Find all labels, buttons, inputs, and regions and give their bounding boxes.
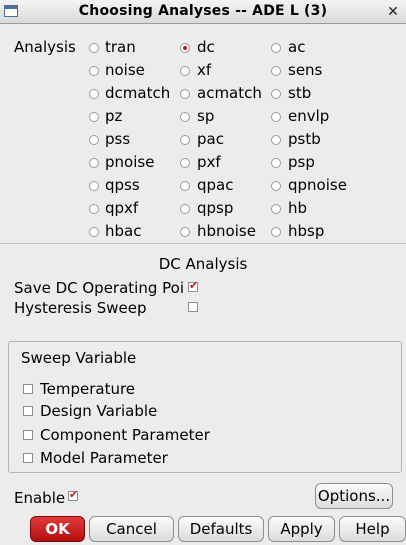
radio-label-sp[interactable]: sp: [197, 107, 214, 125]
options-button[interactable]: Options...: [315, 483, 393, 509]
sweep-component-parameter-label: Component Parameter: [40, 426, 210, 444]
radio-label-psp[interactable]: psp: [288, 153, 315, 171]
radio-psp[interactable]: [271, 158, 281, 168]
radio-qpxf[interactable]: [89, 204, 99, 214]
sweep-component-parameter-checkbox[interactable]: [23, 430, 33, 440]
radio-pxf[interactable]: [180, 158, 190, 168]
radio-label-pac[interactable]: pac: [197, 130, 224, 148]
radio-label-noise[interactable]: noise: [105, 61, 145, 79]
radio-label-qpxf[interactable]: qpxf: [105, 199, 138, 217]
title-bar: Choosing Analyses -- ADE L (3) ✕: [0, 0, 406, 24]
radio-dcmatch[interactable]: [89, 89, 99, 99]
radio-stb[interactable]: [271, 89, 281, 99]
ok-button[interactable]: OK: [30, 516, 85, 542]
radio-xf[interactable]: [180, 66, 190, 76]
radio-envlp[interactable]: [271, 112, 281, 122]
close-icon[interactable]: ✕: [385, 4, 401, 20]
radio-qpac[interactable]: [180, 181, 190, 191]
sweep-temperature-checkbox[interactable]: [23, 384, 33, 394]
radio-pnoise[interactable]: [89, 158, 99, 168]
radio-hbnoise[interactable]: [180, 227, 190, 237]
radio-sp[interactable]: [180, 112, 190, 122]
radio-noise[interactable]: [89, 66, 99, 76]
radio-label-dc[interactable]: dc: [197, 38, 215, 56]
radio-label-pz[interactable]: pz: [105, 107, 122, 125]
save-dc-op-label: Save DC Operating Poi: [14, 279, 184, 297]
radio-hb[interactable]: [271, 204, 281, 214]
radio-dc[interactable]: [180, 43, 190, 53]
radio-hbac[interactable]: [89, 227, 99, 237]
hysteresis-checkbox[interactable]: [188, 302, 198, 312]
sweep-model-parameter-label: Model Parameter: [40, 449, 168, 467]
radio-label-xf[interactable]: xf: [197, 61, 211, 79]
radio-label-pstb[interactable]: pstb: [288, 130, 321, 148]
radio-sens[interactable]: [271, 66, 281, 76]
defaults-button[interactable]: Defaults: [178, 516, 264, 542]
radio-label-sens[interactable]: sens: [288, 61, 322, 79]
sweep-temperature-label: Temperature: [40, 380, 136, 398]
radio-pac[interactable]: [180, 135, 190, 145]
radio-label-stb[interactable]: stb: [288, 84, 311, 102]
radio-label-hbsp[interactable]: hbsp: [288, 222, 324, 240]
radio-label-acmatch[interactable]: acmatch: [197, 84, 262, 102]
radio-qpsp[interactable]: [180, 204, 190, 214]
radio-pz[interactable]: [89, 112, 99, 122]
radio-qpss[interactable]: [89, 181, 99, 191]
radio-label-dcmatch[interactable]: dcmatch: [105, 84, 170, 102]
enable-label: Enable: [14, 489, 66, 507]
save-dc-op-checkbox[interactable]: [188, 279, 198, 292]
radio-hbsp[interactable]: [271, 227, 281, 237]
sweep-variable-title: Sweep Variable: [21, 349, 137, 367]
radio-label-pnoise[interactable]: pnoise: [105, 153, 154, 171]
radio-label-qpnoise[interactable]: qpnoise: [288, 176, 347, 194]
radio-label-envlp[interactable]: envlp: [288, 107, 329, 125]
radio-pss[interactable]: [89, 135, 99, 145]
apply-button[interactable]: Apply: [268, 516, 335, 542]
analysis-label: Analysis: [14, 38, 76, 56]
radio-tran[interactable]: [89, 43, 99, 53]
enable-checkbox[interactable]: [68, 488, 78, 501]
radio-label-ac[interactable]: ac: [288, 38, 305, 56]
radio-label-hb[interactable]: hb: [288, 199, 307, 217]
window-title: Choosing Analyses -- ADE L (3): [78, 3, 328, 19]
sweep-design-variable-checkbox[interactable]: [23, 406, 33, 416]
radio-label-pss[interactable]: pss: [105, 130, 130, 148]
radio-acmatch[interactable]: [180, 89, 190, 99]
cancel-button[interactable]: Cancel: [89, 516, 174, 542]
radio-label-qpac[interactable]: qpac: [197, 176, 233, 194]
radio-label-qpss[interactable]: qpss: [105, 176, 140, 194]
radio-label-tran[interactable]: tran: [105, 38, 136, 56]
radio-ac[interactable]: [271, 43, 281, 53]
divider: [0, 243, 406, 244]
radio-label-pxf[interactable]: pxf: [197, 153, 221, 171]
hysteresis-label: Hysteresis Sweep: [14, 299, 147, 317]
radio-pstb[interactable]: [271, 135, 281, 145]
radio-label-hbac[interactable]: hbac: [105, 222, 141, 240]
dc-section-title: DC Analysis: [158, 255, 248, 273]
radio-qpnoise[interactable]: [271, 181, 281, 191]
help-button[interactable]: Help: [339, 516, 406, 542]
radio-label-qpsp[interactable]: qpsp: [197, 199, 233, 217]
radio-label-hbnoise[interactable]: hbnoise: [197, 222, 256, 240]
sweep-design-variable-label: Design Variable: [40, 402, 158, 420]
sweep-model-parameter-checkbox[interactable]: [23, 453, 33, 463]
